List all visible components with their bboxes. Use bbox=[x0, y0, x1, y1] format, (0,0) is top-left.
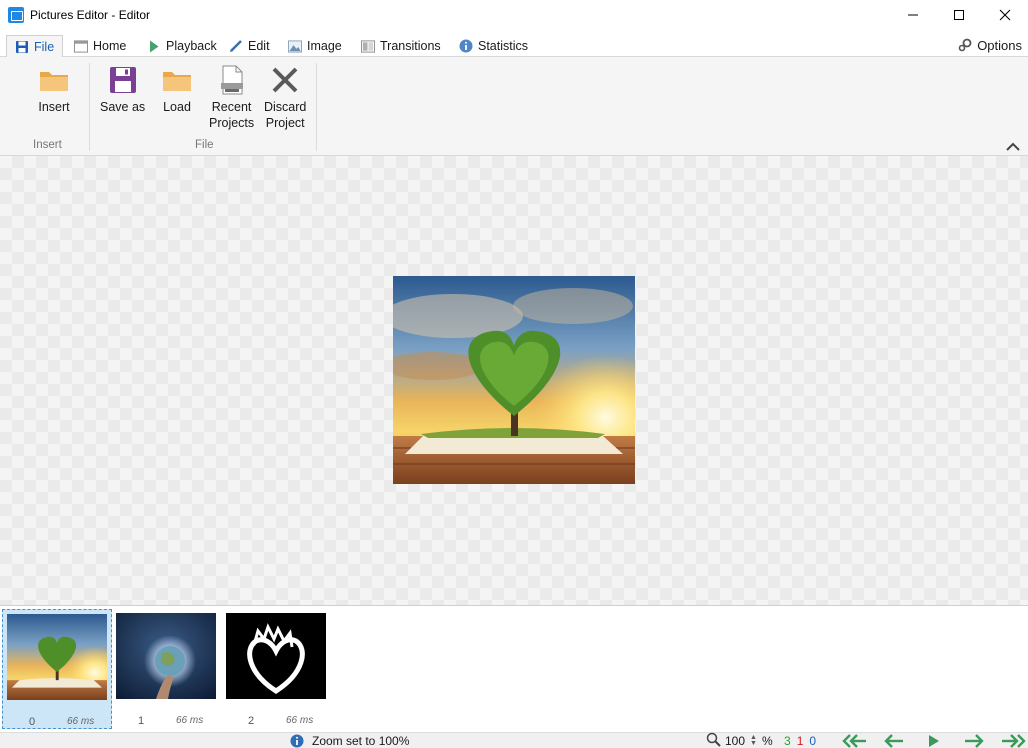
maximize-button[interactable] bbox=[936, 0, 982, 30]
tab-label: Statistics bbox=[478, 39, 529, 53]
folder-icon bbox=[38, 63, 70, 97]
transitions-icon bbox=[361, 39, 375, 53]
tab-file[interactable]: File bbox=[6, 35, 64, 59]
frame-navigation bbox=[834, 733, 1028, 748]
save-as-label: Save as bbox=[100, 100, 146, 114]
frame-delay: 66 ms bbox=[67, 716, 95, 727]
double-arrow-right-icon bbox=[1002, 734, 1026, 748]
ribbon-panel: Insert Save as Load Recent Projects Disc… bbox=[0, 57, 1028, 156]
folder-open-icon bbox=[161, 63, 193, 97]
arrow-left-icon bbox=[884, 734, 903, 748]
frame-index: 2 bbox=[248, 715, 255, 727]
info-icon bbox=[459, 39, 473, 53]
zoom-unit: % bbox=[761, 734, 773, 748]
save-as-button[interactable]: Save as bbox=[100, 63, 145, 115]
load-label: Load bbox=[163, 100, 191, 114]
play-button[interactable] bbox=[914, 733, 954, 748]
status-bar: Zoom set to 100% 100 ▲ ▼ % 3 1 0 bbox=[0, 732, 1028, 748]
frame-item-2[interactable]: 2 66 ms bbox=[222, 609, 332, 729]
editor-canvas[interactable] bbox=[0, 156, 1028, 605]
tab-image[interactable]: Image bbox=[288, 35, 342, 57]
double-arrow-left-icon bbox=[842, 734, 866, 748]
recent-document-icon bbox=[216, 63, 248, 97]
previous-frame-button[interactable] bbox=[874, 733, 914, 748]
image-icon bbox=[288, 39, 302, 53]
title-bar: Pictures Editor - Editor bbox=[0, 0, 1028, 30]
gears-icon bbox=[958, 38, 972, 52]
insert-button[interactable]: Insert bbox=[38, 63, 70, 115]
frame-thumbnail bbox=[7, 614, 107, 700]
frame-index: 1 bbox=[138, 715, 145, 727]
tab-label: Home bbox=[93, 39, 127, 53]
frame-strip: 0 66 ms 1 66 ms 2 66 ms bbox=[0, 605, 1028, 732]
options-button[interactable]: Options bbox=[958, 35, 1022, 55]
close-icon bbox=[999, 9, 1011, 21]
frame-count-current: 0 bbox=[809, 734, 817, 748]
info-icon bbox=[290, 734, 304, 748]
load-button[interactable]: Load bbox=[161, 63, 193, 115]
group-label-file: File bbox=[195, 139, 214, 151]
tab-edit[interactable]: Edit bbox=[229, 35, 270, 57]
insert-label: Insert bbox=[38, 100, 70, 114]
tab-playback[interactable]: Playback bbox=[147, 35, 217, 57]
last-frame-button[interactable] bbox=[994, 733, 1028, 748]
first-frame-button[interactable] bbox=[834, 733, 874, 748]
discard-label-2: Project bbox=[265, 116, 305, 130]
frame-count-selected: 1 bbox=[796, 734, 804, 748]
zoom-input[interactable]: 100 bbox=[725, 734, 745, 748]
tab-label: Edit bbox=[248, 39, 270, 53]
discard-x-icon bbox=[269, 63, 301, 97]
play-icon bbox=[147, 39, 161, 53]
recent-label-1: Recent bbox=[211, 100, 252, 114]
ribbon-separator bbox=[316, 63, 317, 151]
close-button[interactable] bbox=[982, 0, 1028, 30]
zoom-stepper[interactable]: ▲ ▼ bbox=[750, 734, 757, 747]
tab-home[interactable]: Home bbox=[74, 35, 126, 57]
current-frame-image bbox=[393, 276, 635, 484]
discard-label-1: Discard bbox=[264, 100, 307, 114]
tab-statistics[interactable]: Statistics bbox=[459, 35, 528, 57]
discard-project-button[interactable]: Discard Project bbox=[264, 63, 306, 131]
pencil-icon bbox=[229, 39, 243, 53]
collapse-ribbon-button[interactable] bbox=[1006, 141, 1020, 151]
floppy-icon bbox=[15, 40, 29, 54]
ribbon-tabs: File Home Playback Edit Image Transition… bbox=[0, 33, 1028, 59]
chevron-up-icon bbox=[1006, 142, 1020, 151]
maximize-icon bbox=[954, 10, 964, 20]
arrow-right-icon bbox=[965, 734, 984, 748]
window-controls bbox=[890, 0, 1028, 30]
frame-thumbnail bbox=[116, 613, 216, 699]
frame-delay: 66 ms bbox=[286, 715, 314, 726]
frame-counts: 3 1 0 bbox=[784, 733, 816, 748]
magnifier-icon bbox=[706, 732, 721, 748]
save-icon bbox=[107, 63, 139, 97]
recent-label-2: Projects bbox=[209, 116, 255, 130]
frame-count-total: 3 bbox=[784, 734, 791, 748]
frame-item-0[interactable]: 0 66 ms bbox=[2, 609, 112, 729]
window-title: Pictures Editor - Editor bbox=[30, 8, 151, 22]
tab-label: File bbox=[34, 40, 55, 54]
frame-index: 0 bbox=[29, 716, 36, 728]
frame-thumbnail bbox=[226, 613, 326, 699]
app-icon bbox=[8, 7, 24, 23]
frame-item-1[interactable]: 1 66 ms bbox=[112, 609, 222, 729]
zoom-control: 100 ▲ ▼ % bbox=[706, 732, 773, 748]
status-text: Zoom set to 100% bbox=[312, 734, 410, 748]
next-frame-button[interactable] bbox=[954, 733, 994, 748]
options-label: Options bbox=[977, 37, 1022, 53]
home-window-icon bbox=[74, 39, 88, 53]
status-message: Zoom set to 100% bbox=[290, 733, 409, 748]
minimize-button[interactable] bbox=[890, 0, 936, 30]
tab-label: Image bbox=[307, 39, 342, 53]
recent-projects-button[interactable]: Recent Projects bbox=[209, 63, 254, 131]
group-label-insert: Insert bbox=[33, 139, 62, 151]
tab-label: Transitions bbox=[380, 39, 441, 53]
frame-delay: 66 ms bbox=[176, 715, 204, 726]
tab-label: Playback bbox=[166, 39, 217, 53]
spin-down-icon[interactable]: ▼ bbox=[750, 740, 757, 747]
play-icon bbox=[929, 735, 939, 747]
ribbon-separator bbox=[89, 63, 90, 151]
tab-transitions[interactable]: Transitions bbox=[361, 35, 441, 57]
minimize-icon bbox=[908, 14, 918, 16]
